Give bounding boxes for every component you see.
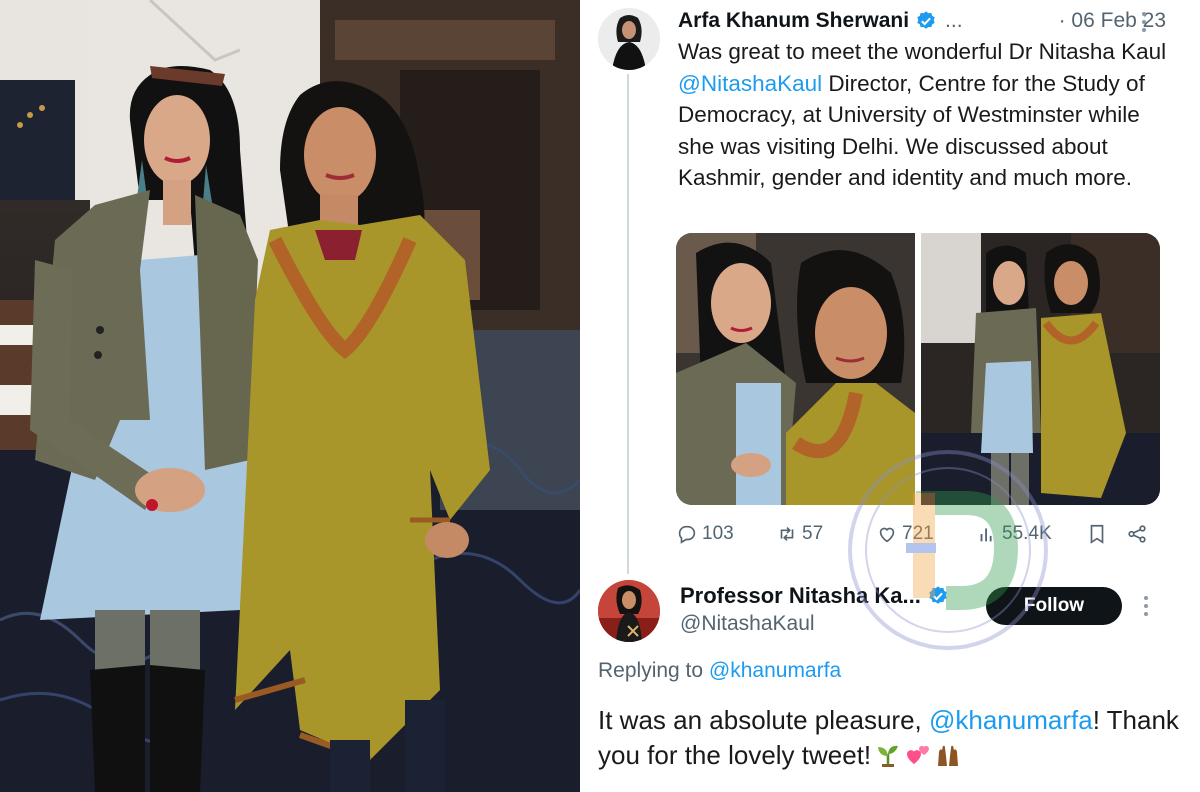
more-icon[interactable]	[1140, 10, 1148, 38]
share-icon	[1128, 525, 1146, 543]
mention-link[interactable]: @NitashaKaul	[678, 71, 822, 96]
follow-button[interactable]: Follow	[986, 587, 1122, 625]
views-icon	[980, 528, 992, 542]
reply-author-avatar[interactable]	[598, 580, 660, 642]
tweet-panel: Arfa Khanum Sherwani ... · 06 Feb 23 Was…	[580, 0, 1200, 792]
reply-more-icon[interactable]	[1142, 594, 1150, 622]
bookmark-action[interactable]	[1086, 523, 1126, 545]
bookmark-icon	[1090, 524, 1104, 544]
photo-main	[0, 0, 580, 792]
verified-badge-icon	[915, 10, 937, 32]
like-icon	[879, 527, 895, 543]
raising-hands-emoji-icon	[935, 742, 961, 768]
media-image-1[interactable]	[676, 233, 915, 505]
reply-mention-link[interactable]: @khanumarfa	[929, 705, 1093, 735]
reply-text: It was an absolute pleasure, @khanumarfa…	[598, 703, 1188, 773]
reply-icon	[678, 525, 696, 544]
date-separator: ·	[1058, 9, 1066, 32]
author-handle-truncated: ...	[945, 9, 963, 32]
thread-connector-line	[627, 74, 629, 574]
replying-to-label: Replying to	[598, 659, 704, 682]
views-action[interactable]: 55.4K	[976, 523, 1086, 545]
tweet-text-part-1: Was great to meet the wonderful Dr Nitas…	[678, 39, 1167, 64]
reply-text-start: It was an absolute pleasure,	[598, 705, 929, 735]
share-action[interactable]	[1126, 523, 1156, 545]
replying-to: Replying to @khanumarfa	[598, 659, 841, 683]
author-avatar[interactable]	[598, 8, 660, 70]
author-name[interactable]: Arfa Khanum Sherwani	[678, 9, 909, 33]
tweet-header: Arfa Khanum Sherwani ... · 06 Feb 23	[678, 6, 1188, 36]
tweet-media-grid	[676, 233, 1160, 505]
retweet-count: 57	[802, 523, 824, 544]
retweet-action[interactable]: 57	[776, 523, 876, 545]
tweet-action-bar: 103 57 721 55.4K	[676, 520, 1166, 548]
reply-verified-badge-icon	[927, 585, 949, 607]
reply-action[interactable]: 103	[676, 523, 776, 545]
date-value: 06 Feb 23	[1071, 9, 1166, 32]
replying-to-handle[interactable]: @khanumarfa	[709, 659, 841, 682]
media-image-2[interactable]	[921, 233, 1160, 505]
reply-author-handle[interactable]: @NitashaKaul	[680, 612, 815, 636]
like-count: 721	[902, 523, 934, 544]
two-hearts-emoji-icon	[905, 742, 931, 768]
reply-header: Professor Nitasha Ka...	[680, 583, 949, 609]
reply-author-name[interactable]: Professor Nitasha Ka...	[680, 583, 921, 609]
reply-count: 103	[702, 523, 734, 544]
retweet-icon	[780, 526, 794, 542]
photo-illustration	[0, 0, 580, 792]
seedling-emoji-icon	[875, 742, 901, 768]
views-count: 55.4K	[1002, 523, 1052, 544]
tweet-text: Was great to meet the wonderful Dr Nitas…	[678, 36, 1178, 194]
tweet-date[interactable]: · 06 Feb 23	[1059, 9, 1166, 33]
like-action[interactable]: 721	[876, 523, 976, 545]
